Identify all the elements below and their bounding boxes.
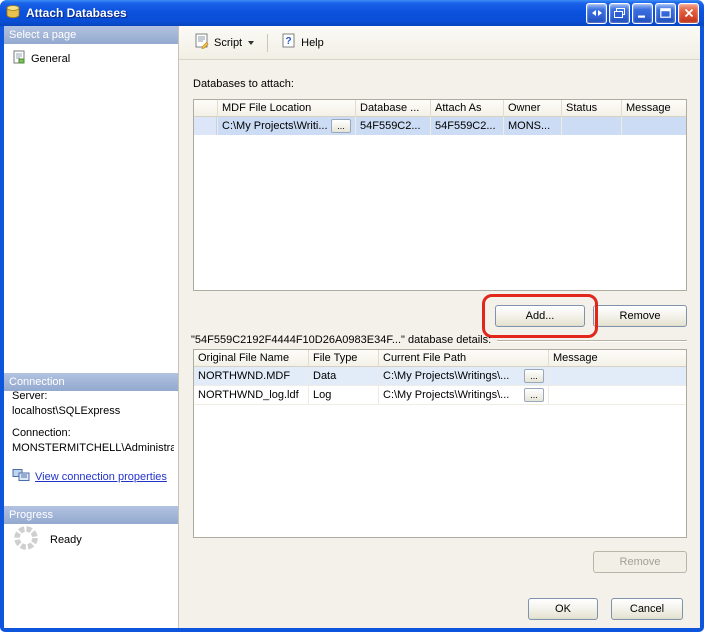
ready-spinner-icon	[12, 524, 40, 555]
file-type-cell[interactable]: Log	[309, 386, 379, 405]
maximize-button[interactable]	[655, 3, 676, 24]
browse-mdf-button[interactable]: ...	[331, 119, 351, 133]
database-details-section: "54F559C2192F4444F10D26A0983E34F..." dat…	[191, 334, 687, 346]
col-mdf-file-location[interactable]: MDF File Location	[218, 100, 356, 117]
col-attach-as[interactable]: Attach As	[431, 100, 504, 117]
databases-to-attach-label: Databases to attach:	[193, 78, 294, 90]
select-a-page-header: Select a page	[4, 26, 178, 44]
script-button[interactable]: Script	[187, 29, 261, 56]
status-cell[interactable]	[562, 117, 622, 135]
col-database[interactable]: Database ...	[356, 100, 431, 117]
details-message-cell[interactable]	[549, 386, 686, 405]
col-file-type[interactable]: File Type	[309, 350, 379, 367]
file-type-cell[interactable]: Data	[309, 367, 379, 386]
sidebar: Select a page General Connection Server:…	[4, 26, 179, 628]
add-button[interactable]: Add...	[495, 305, 585, 327]
col-status[interactable]: Status	[562, 100, 622, 117]
connection-header: Connection	[4, 373, 178, 391]
connection-value: MONSTERMITCHELL\Administra	[12, 442, 174, 454]
database-details-label: "54F559C2192F4444F10D26A0983E34F..." dat…	[191, 334, 491, 346]
help-label: Help	[301, 37, 324, 49]
mdf-file-location-cell[interactable]: C:\My Projects\Writi... ...	[218, 117, 356, 135]
ready-label: Ready	[50, 534, 82, 546]
details-message-cell[interactable]	[549, 367, 686, 386]
close-button[interactable]	[678, 3, 699, 24]
current-file-path-value: C:\My Projects\Writings\...	[383, 370, 509, 382]
view-connection-properties[interactable]: View connection properties	[12, 468, 167, 485]
col-message[interactable]: Message	[622, 100, 686, 117]
help-icon: ?	[281, 33, 297, 52]
details-table-row[interactable]: NORTHWND_log.ldf Log C:\My Projects\Writ…	[194, 386, 686, 405]
mdf-file-location-value: C:\My Projects\Writi...	[222, 120, 328, 132]
attach-table-row[interactable]: C:\My Projects\Writi... ... 54F559C2... …	[194, 117, 686, 135]
browse-log-path-button[interactable]: ...	[524, 388, 544, 402]
cancel-button[interactable]: Cancel	[611, 598, 683, 620]
dialog-body: Select a page General Connection Server:…	[4, 26, 700, 628]
main-panel: Script ? Help Databases to attach:	[179, 26, 700, 628]
browse-data-path-button[interactable]: ...	[524, 369, 544, 383]
help-button[interactable]: ? Help	[274, 29, 331, 56]
details-remove-button[interactable]: Remove	[593, 551, 687, 573]
general-label: General	[31, 53, 70, 65]
owner-cell[interactable]: MONS...	[504, 117, 562, 135]
script-icon	[194, 33, 210, 52]
connection-properties-icon	[12, 468, 30, 485]
row-selector-cell[interactable]	[194, 117, 218, 135]
col-details-message[interactable]: Message	[549, 350, 686, 367]
attach-table-header: MDF File Location Database ... Attach As…	[194, 100, 686, 117]
col-selector[interactable]	[194, 100, 218, 117]
col-owner[interactable]: Owner	[504, 100, 562, 117]
arrows-button[interactable]	[586, 3, 607, 24]
remove-button[interactable]: Remove	[593, 305, 687, 327]
general-page-icon	[12, 50, 26, 67]
window-controls	[586, 3, 699, 24]
progress-header: Progress	[4, 506, 178, 524]
svg-text:?: ?	[286, 36, 292, 47]
connection-label: Connection:	[12, 427, 71, 439]
details-table-header: Original File Name File Type Current Fil…	[194, 350, 686, 367]
server-value: localhost\SQLExpress	[12, 405, 120, 417]
current-file-path-value: C:\My Projects\Writings\...	[383, 389, 509, 401]
minimize-button[interactable]	[632, 3, 653, 24]
window-title: Attach Databases	[26, 6, 586, 20]
current-file-path-cell[interactable]: C:\My Projects\Writings\... ...	[379, 367, 549, 386]
details-table-row[interactable]: NORTHWND.MDF Data C:\My Projects\Writing…	[194, 367, 686, 386]
message-cell[interactable]	[622, 117, 686, 135]
progress-status: Ready	[12, 524, 82, 555]
database-icon	[5, 4, 21, 23]
original-file-name-cell[interactable]: NORTHWND.MDF	[194, 367, 309, 386]
database-cell[interactable]: 54F559C2...	[356, 117, 431, 135]
original-file-name-cell[interactable]: NORTHWND_log.ldf	[194, 386, 309, 405]
toolbar: Script ? Help	[179, 26, 700, 60]
col-current-file-path[interactable]: Current File Path	[379, 350, 549, 367]
toolbar-separator	[267, 34, 268, 52]
view-connection-properties-link[interactable]: View connection properties	[35, 471, 167, 483]
attach-as-cell[interactable]: 54F559C2...	[431, 117, 504, 135]
attach-databases-table: MDF File Location Database ... Attach As…	[193, 99, 687, 291]
sidebar-item-general[interactable]: General	[8, 49, 74, 68]
col-original-file-name[interactable]: Original File Name	[194, 350, 309, 367]
attach-databases-window: Attach Databases Select a page	[0, 0, 704, 632]
row-selector-marker	[194, 117, 217, 135]
current-file-path-cell[interactable]: C:\My Projects\Writings\... ...	[379, 386, 549, 405]
group-divider	[497, 340, 687, 342]
database-details-table: Original File Name File Type Current Fil…	[193, 349, 687, 538]
chevron-down-icon	[248, 41, 254, 45]
titlebar[interactable]: Attach Databases	[0, 0, 704, 26]
ok-button[interactable]: OK	[528, 598, 598, 620]
pin-button[interactable]	[609, 3, 630, 24]
script-label: Script	[214, 37, 242, 49]
server-label: Server:	[12, 390, 47, 402]
